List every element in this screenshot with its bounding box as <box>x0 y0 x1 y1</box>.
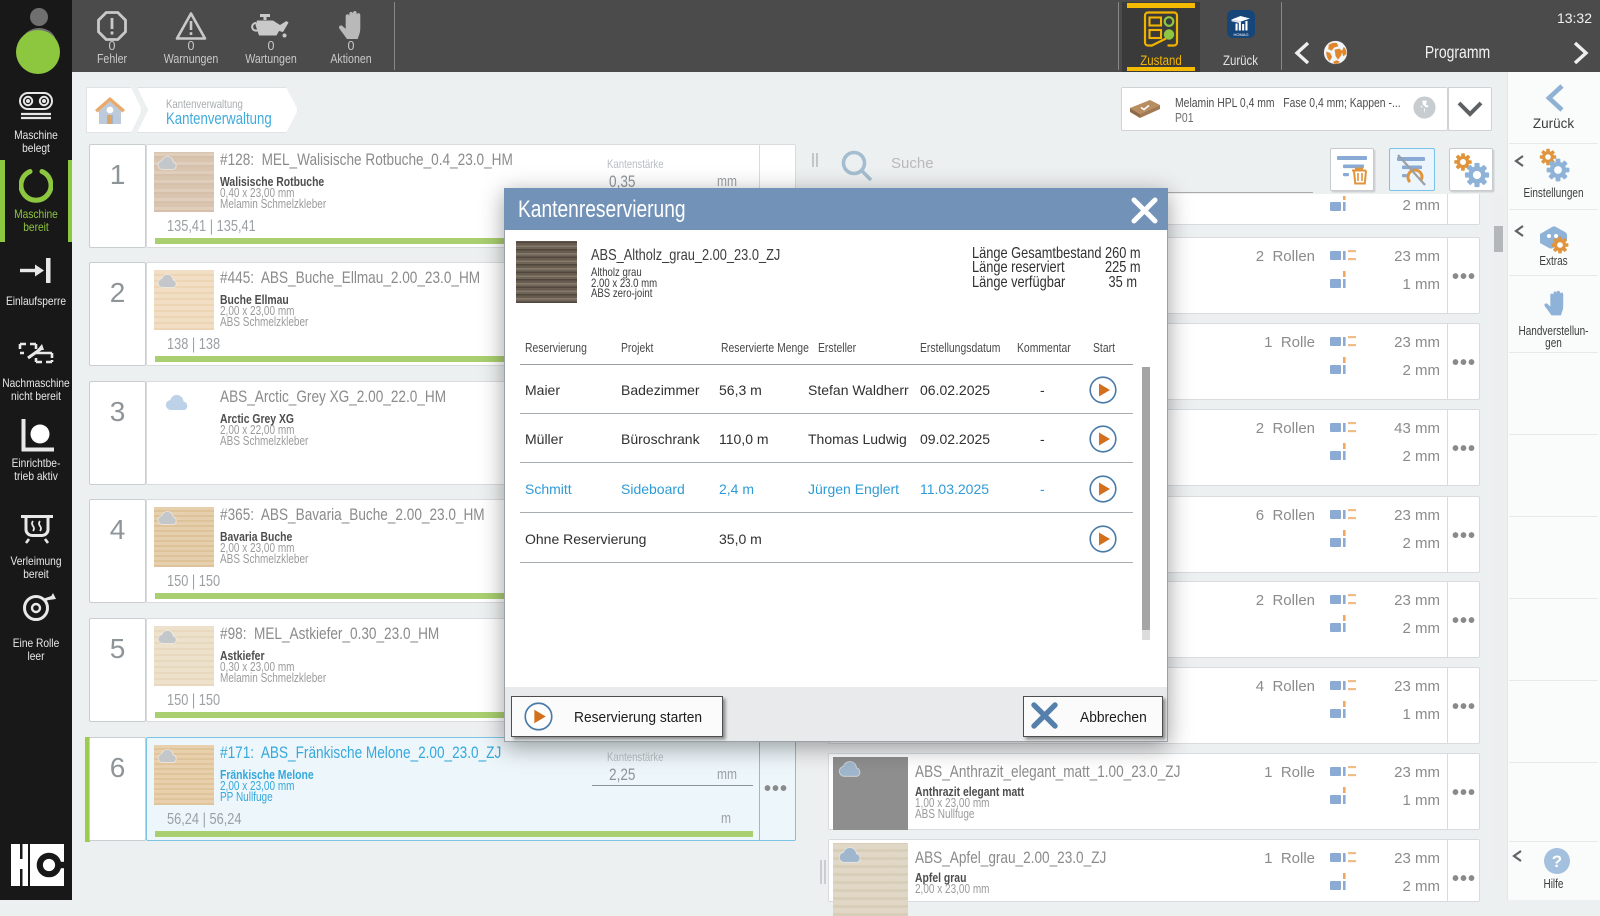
svg-text:HOMAG: HOMAG <box>1233 32 1248 37</box>
svg-text:?: ? <box>1552 852 1562 871</box>
